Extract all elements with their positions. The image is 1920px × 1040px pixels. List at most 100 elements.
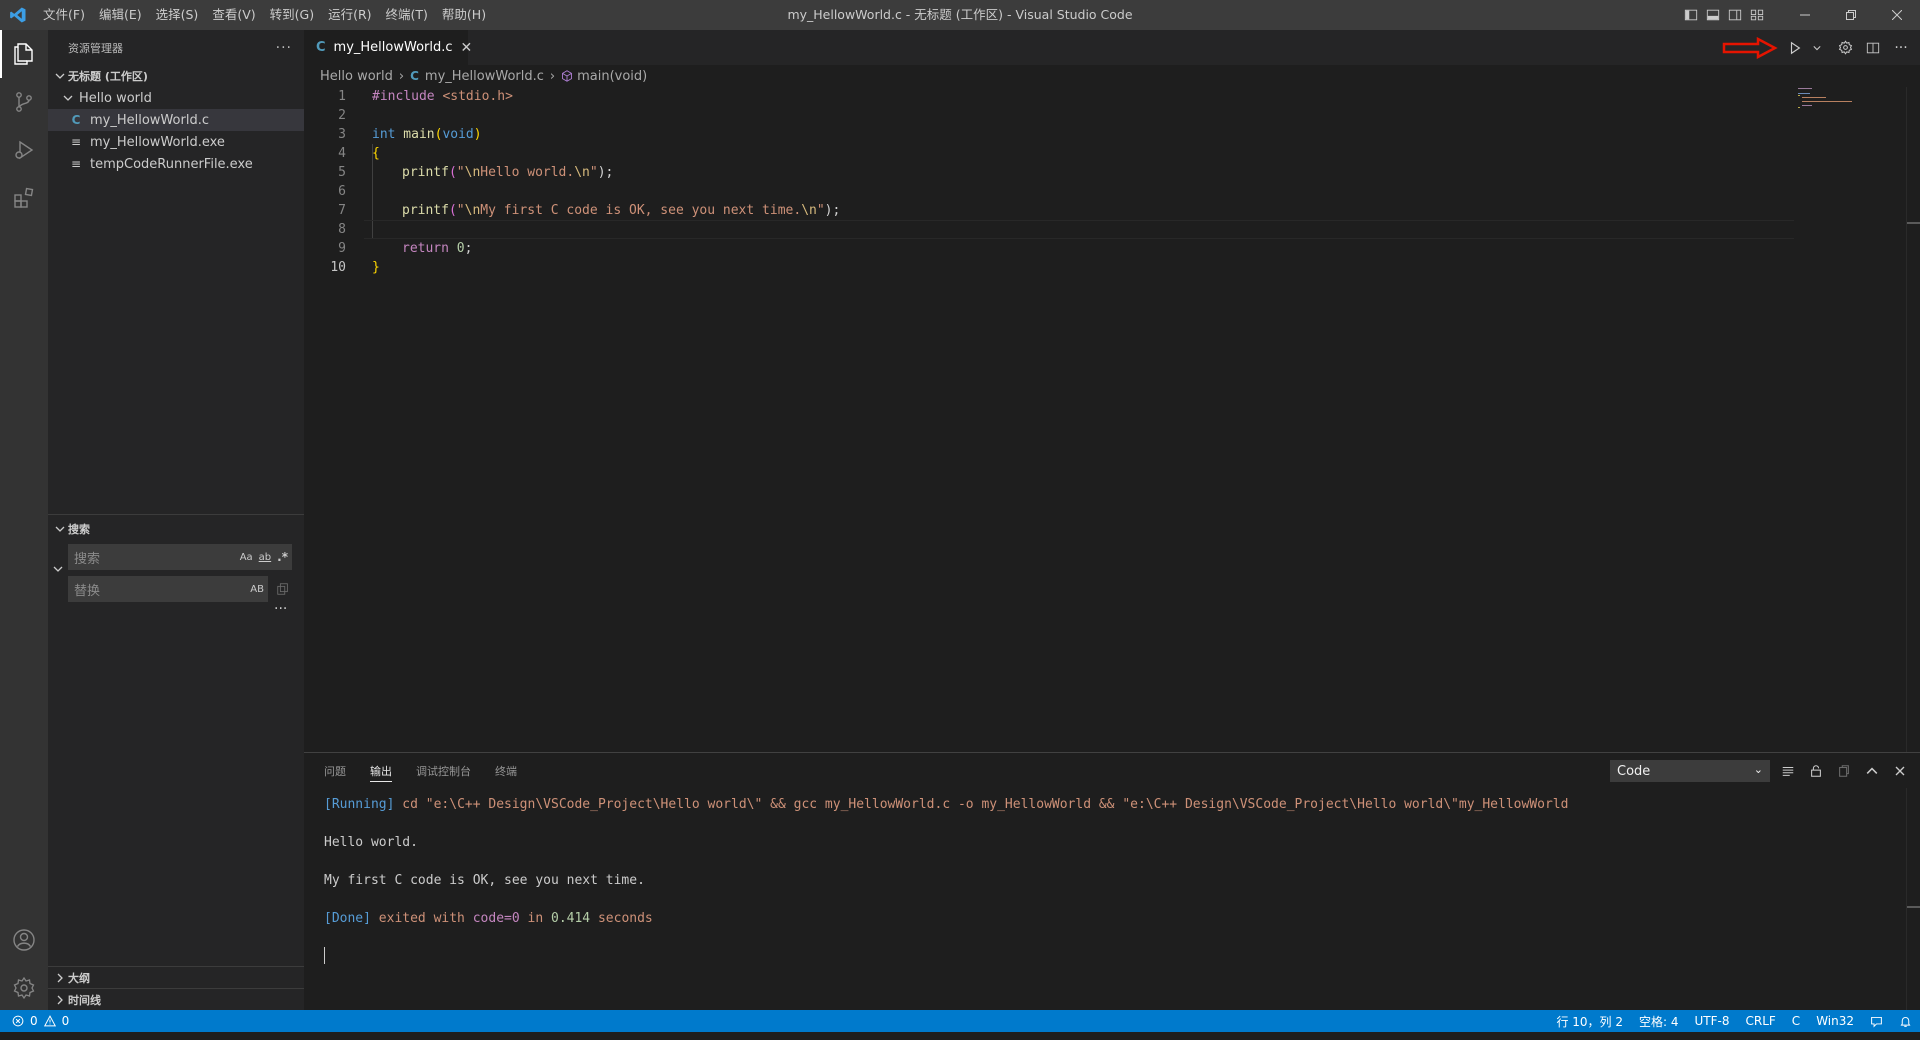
menu-go[interactable]: 转到(G) xyxy=(263,0,321,30)
more-options-icon[interactable]: ··· xyxy=(274,601,287,617)
chevron-up-icon[interactable] xyxy=(1862,761,1882,781)
menu-help[interactable]: 帮助(H) xyxy=(435,0,493,30)
workspace-label: 无标题 (工作区) xyxy=(68,70,148,83)
run-debug-icon[interactable] xyxy=(0,126,48,174)
output-console[interactable]: [Running] cd "e:\C++ Design\VSCode_Proje… xyxy=(324,795,1568,964)
file-item-c[interactable]: C my_HellowWorld.c xyxy=(48,109,304,131)
tab-terminal[interactable]: 终端 xyxy=(495,753,517,788)
line-number: 2 xyxy=(338,108,346,123)
more-actions-icon[interactable]: ··· xyxy=(1890,37,1912,59)
indentation[interactable]: 空格: 4 xyxy=(1639,1013,1679,1030)
code-editor[interactable]: 1 #include <stdio.h> 2 3 int main(void) … xyxy=(304,87,1920,752)
breadcrumb: Hello world › C my_HellowWorld.c › main(… xyxy=(304,65,1920,87)
clear-output-icon[interactable] xyxy=(1778,761,1798,781)
customize-layout-icon[interactable] xyxy=(1746,0,1768,30)
output-running-line: [Running] cd "e:\C++ Design\VSCode_Proje… xyxy=(324,797,1569,812)
minimap[interactable] xyxy=(1796,87,1906,127)
extensions-icon[interactable] xyxy=(0,174,48,222)
breadcrumb-file[interactable]: my_HellowWorld.c xyxy=(425,69,544,84)
code-line: 3 int main(void) xyxy=(304,125,1804,144)
explorer-icon[interactable] xyxy=(0,30,48,78)
lock-icon[interactable] xyxy=(1806,761,1826,781)
toggle-secondary-sidebar-icon[interactable] xyxy=(1724,0,1746,30)
more-actions-icon[interactable]: ··· xyxy=(276,40,292,56)
c-file-icon: C xyxy=(410,69,419,83)
line-number: 10 xyxy=(330,260,346,275)
cursor-position[interactable]: 行 10，列 2 xyxy=(1556,1013,1623,1030)
close-icon[interactable]: ✕ xyxy=(461,40,473,56)
breadcrumb-folder[interactable]: Hello world xyxy=(320,69,393,84)
toggle-sidebar-icon[interactable] xyxy=(1680,0,1702,30)
menu-file[interactable]: 文件(F) xyxy=(36,0,92,30)
editor-tabs: C my_HellowWorld.c ✕ ··· xyxy=(304,30,1920,65)
code-line: 6 xyxy=(304,182,1804,201)
source-control-icon[interactable] xyxy=(0,78,48,126)
menu-terminal[interactable]: 终端(T) xyxy=(379,0,435,30)
file-item-exe[interactable]: ≡ my_HellowWorld.exe xyxy=(48,131,304,153)
split-editor-icon[interactable] xyxy=(1862,37,1884,59)
chevron-down-icon[interactable] xyxy=(1812,37,1822,59)
close-panel-icon[interactable] xyxy=(1890,761,1910,781)
toggle-replace-icon[interactable] xyxy=(50,564,66,574)
notifications-bell-icon[interactable] xyxy=(1899,1015,1912,1028)
menu-run[interactable]: 运行(R) xyxy=(321,0,378,30)
outline-section-header[interactable]: 大纲 xyxy=(48,966,304,988)
code-line: 8 xyxy=(304,220,1804,239)
output-line: Hello world. xyxy=(324,835,418,850)
search-section: 搜索 搜索 Aa ab .* 替换 AB ··· xyxy=(48,514,304,617)
scrollbar-marker xyxy=(1907,222,1920,224)
tab-my-hellowworld-c[interactable]: C my_HellowWorld.c ✕ xyxy=(304,30,472,65)
code-line: 5 printf("\nHello world.\n"); xyxy=(304,163,1804,182)
gear-icon[interactable] xyxy=(1834,37,1856,59)
language-mode[interactable]: C xyxy=(1792,1014,1800,1028)
match-case-icon[interactable]: Aa xyxy=(240,552,253,563)
chevron-right-icon xyxy=(52,973,68,983)
whole-word-icon[interactable]: ab xyxy=(259,552,271,563)
output-channel-value: Code xyxy=(1617,763,1651,779)
minimize-icon[interactable] xyxy=(1782,0,1828,30)
breadcrumb-symbol[interactable]: main(void) xyxy=(577,69,647,84)
encoding[interactable]: UTF-8 xyxy=(1695,1014,1730,1028)
c-file-icon: C xyxy=(71,113,81,127)
menu-view[interactable]: 查看(V) xyxy=(205,0,262,30)
error-count: 0 xyxy=(30,1014,38,1028)
search-input[interactable]: 搜索 Aa ab .* xyxy=(68,544,292,570)
outline-label: 大纲 xyxy=(68,971,90,985)
line-number: 6 xyxy=(338,184,346,199)
copy-icon[interactable] xyxy=(1834,761,1854,781)
timeline-section-header[interactable]: 时间线 xyxy=(48,988,304,1010)
title-bar: 文件(F) 编辑(E) 选择(S) 查看(V) 转到(G) 运行(R) 终端(T… xyxy=(0,0,1920,30)
account-icon[interactable] xyxy=(0,916,48,964)
search-section-header[interactable]: 搜索 xyxy=(48,518,304,540)
close-window-icon[interactable] xyxy=(1874,0,1920,30)
replace-input[interactable]: 替换 AB xyxy=(68,576,268,602)
chevron-down-icon xyxy=(52,71,68,81)
end-of-line[interactable]: CRLF xyxy=(1745,1014,1775,1028)
folder-hello-world[interactable]: Hello world xyxy=(48,87,304,109)
panel-scrollbar[interactable] xyxy=(1906,788,1920,1010)
regex-icon[interactable]: .* xyxy=(277,550,288,564)
restore-icon[interactable] xyxy=(1828,0,1874,30)
settings-gear-icon[interactable] xyxy=(0,964,48,1012)
preserve-case-icon[interactable]: AB xyxy=(250,584,264,595)
editor-scrollbar[interactable] xyxy=(1906,87,1920,752)
menu-selection[interactable]: 选择(S) xyxy=(149,0,206,30)
tab-problems[interactable]: 问题 xyxy=(324,753,346,788)
feedback-icon[interactable] xyxy=(1870,1015,1883,1028)
run-code-icon[interactable] xyxy=(1784,37,1806,59)
tab-output[interactable]: 输出 xyxy=(370,753,392,788)
workspace-section-header[interactable]: 无标题 (工作区) xyxy=(48,65,304,87)
file-item-temp-exe[interactable]: ≡ tempCodeRunnerFile.exe xyxy=(48,153,304,175)
tab-debug-console[interactable]: 调试控制台 xyxy=(416,753,471,788)
menu-bar: 文件(F) 编辑(E) 选择(S) 查看(V) 转到(G) 运行(R) 终端(T… xyxy=(36,0,493,30)
warning-icon xyxy=(43,1015,56,1027)
line-number: 8 xyxy=(338,222,346,237)
status-bar: 0 0 行 10，列 2 空格: 4 UTF-8 CRLF C Win32 xyxy=(0,1010,1920,1032)
menu-edit[interactable]: 编辑(E) xyxy=(92,0,149,30)
output-channel-select[interactable]: Code ⌄ xyxy=(1610,760,1770,782)
platform[interactable]: Win32 xyxy=(1816,1014,1854,1028)
toggle-panel-icon[interactable] xyxy=(1702,0,1724,30)
replace-all-icon[interactable] xyxy=(276,582,290,599)
line-number: 9 xyxy=(338,241,346,256)
problems-status[interactable]: 0 0 xyxy=(12,1010,69,1032)
